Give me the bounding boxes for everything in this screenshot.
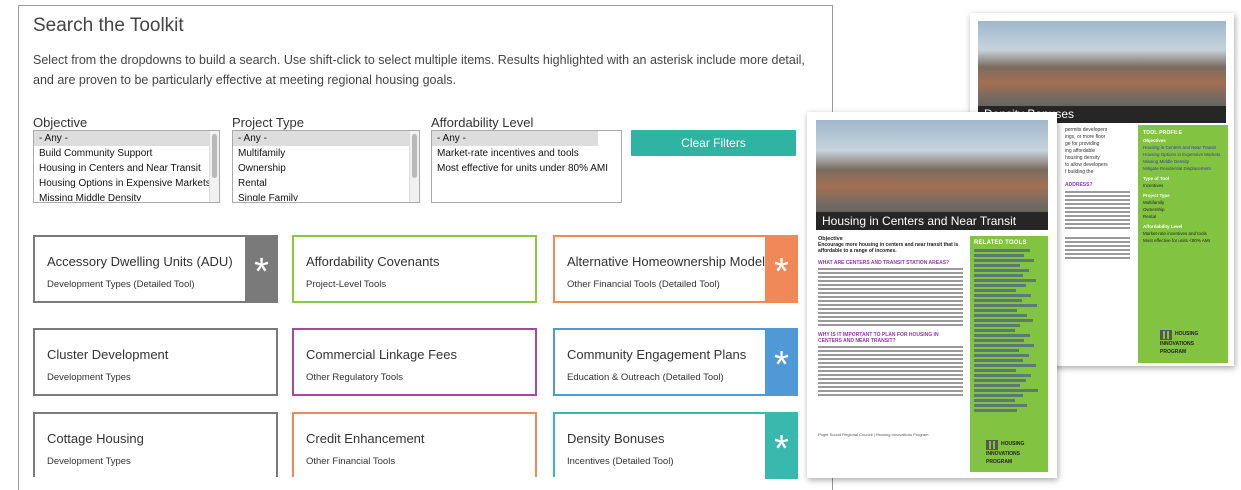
tool-card-subtitle: Other Financial Tools [306,456,396,467]
objective-option[interactable]: Build Community Support [34,146,219,161]
tool-card-subtitle: Project-Level Tools [306,279,387,290]
tool-card-title: Credit Enhancement [306,431,425,446]
doc-footer: Puget Sound Regional Council | Housing I… [818,432,929,437]
objective-option[interactable]: - Any - [34,131,219,146]
building-icon [1160,330,1172,340]
asterisk-icon: * [245,235,278,303]
search-toolkit-panel: Search the Toolkit Select from the dropd… [18,5,833,490]
objective-select[interactable]: - Any - Build Community Support Housing … [33,130,220,203]
asterisk-icon: * [765,235,798,303]
tool-card-density-bonuses[interactable]: Density Bonuses Incentives (Detailed Too… [553,412,798,479]
tool-card-title: Cottage Housing [47,431,144,446]
tool-card-cottage-housing[interactable]: Cottage Housing Development Types [33,412,278,477]
tool-card-subtitle: Education & Outreach (Detailed Tool) [567,372,724,383]
project-type-select[interactable]: - Any - Multifamily Ownership Rental Sin… [232,130,420,203]
tool-card-title: Density Bonuses [567,431,665,446]
page-title: Search the Toolkit [33,15,184,36]
tool-card-title: Affordability Covenants [306,254,440,269]
tool-card-subtitle: Other Regulatory Tools [306,372,403,383]
objective-option[interactable]: Missing Middle Density [34,191,219,201]
affordability-label: Affordability Level [431,115,534,130]
tool-card-title: Community Engagement Plans [567,347,747,362]
doc-body-text: Objective Encourage more housing in cent… [818,236,963,398]
project-type-scrollbar[interactable] [409,131,419,202]
project-type-option[interactable]: - Any - [233,131,419,146]
affordability-select[interactable]: - Any - Market-rate incentives and tools… [431,130,622,203]
affordability-option[interactable]: Most effective for units under 80% AMI [432,161,621,176]
tool-card-commercial-linkage-fees[interactable]: Commercial Linkage Fees Other Regulatory… [292,328,537,396]
tool-card-subtitle: Development Types [47,372,131,383]
tool-card-alternative-homeownership[interactable]: Alternative Homeownership Models Other F… [553,235,798,303]
tool-card-subtitle: Development Types [47,456,131,467]
hip-logo: HOUSING INNOVATIONS PROGRAM [1160,330,1199,355]
project-type-option[interactable]: Single Family [233,191,419,201]
tool-card-title: Commercial Linkage Fees [306,347,458,362]
tool-card-subtitle: Other Financial Tools (Detailed Tool) [567,279,720,290]
clear-filters-button[interactable]: Clear Filters [631,130,796,156]
affordability-option[interactable]: Market-rate incentives and tools [432,146,621,161]
scroll-thumb[interactable] [412,134,417,178]
objective-label: Objective [33,115,88,130]
transit-photo: Housing in Centers and Near Transit [816,120,1048,230]
tool-card-title: Alternative Homeownership Models [567,254,772,269]
asterisk-icon: * [765,328,798,396]
tool-card-title: Cluster Development [47,347,169,362]
intro-text: Select from the dropdowns to build a sea… [33,53,805,87]
tool-card-subtitle: Incentives (Detailed Tool) [567,456,674,467]
tool-card-credit-enhancement[interactable]: Credit Enhancement Other Financial Tools [292,412,537,477]
tool-card-adu[interactable]: Accessory Dwelling Units (ADU) Developme… [33,235,278,303]
objective-scrollbar[interactable] [209,131,219,202]
project-type-option[interactable]: Rental [233,176,419,191]
building-icon [986,440,998,450]
project-type-option[interactable]: Multifamily [233,146,419,161]
tool-card-cluster-development[interactable]: Cluster Development Development Types [33,328,278,396]
building-photo: Density Bonuses [978,21,1226,123]
related-tools-box: RELATED TOOLS HOUSING INNOVATIONS PROGRA… [970,236,1048,472]
scroll-thumb[interactable] [212,134,217,178]
tool-card-community-engagement[interactable]: Community Engagement Plans Education & O… [553,328,798,396]
affordability-option[interactable]: - Any - [432,131,598,146]
project-type-option[interactable]: Ownership [233,161,419,176]
housing-centers-document-image: Housing in Centers and Near Transit Obje… [807,112,1057,478]
tool-card-title: Accessory Dwelling Units (ADU) [47,254,233,269]
tool-card-affordability-covenants[interactable]: Affordability Covenants Project-Level To… [292,235,537,303]
asterisk-icon: * [765,412,798,479]
tool-card-subtitle: Development Types (Detailed Tool) [47,279,195,290]
project-type-label: Project Type [232,115,305,130]
objective-option[interactable]: Housing Options in Expensive Markets [34,176,219,191]
objective-option[interactable]: Housing in Centers and Near Transit [34,161,219,176]
hip-logo: HOUSING INNOVATIONS PROGRAM [986,440,1025,465]
tool-profile-box: TOOL PROFILE Objectives Housing in Cente… [1138,125,1228,363]
doc-banner: Housing in Centers and Near Transit [816,212,1048,230]
